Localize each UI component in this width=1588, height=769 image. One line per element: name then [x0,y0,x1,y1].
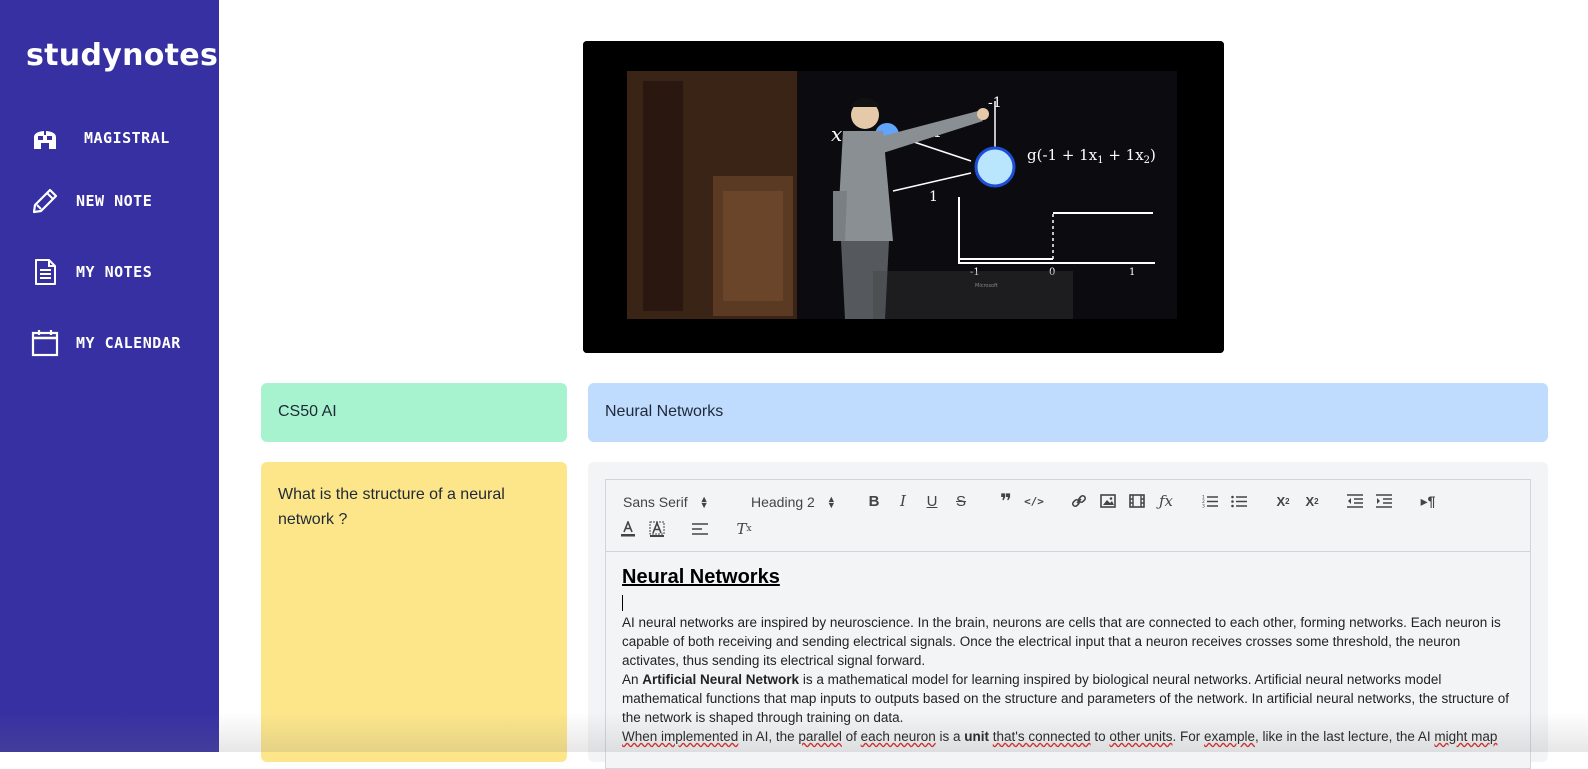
outdent-icon[interactable] [1345,490,1365,512]
rich-text-editor[interactable]: Sans Serif ▲ ▼ Heading 2 ▲ ▼ B I U S ❞ </>… [605,479,1531,769]
video-icon[interactable] [1127,490,1147,512]
nav-item-label: MAGISTRAL [84,129,170,147]
nav-item-new-note[interactable]: NEW NOTE [30,183,152,219]
align-icon[interactable] [690,518,710,540]
text-cursor [622,595,623,611]
ordered-list-icon[interactable]: 123 [1200,490,1220,512]
link-icon[interactable] [1069,490,1089,512]
calendar-icon [30,328,60,358]
video-weight-top: -1 [988,95,1002,111]
header-picker[interactable]: Heading 2 ▲ ▼ [751,494,836,510]
nav-item-label: MY NOTES [76,263,153,281]
italic-icon[interactable]: I [893,490,913,512]
note-heading: Neural Networks [622,566,780,588]
nav-item-magistral[interactable]: MAGISTRAL [30,120,170,156]
text-color-icon[interactable] [618,518,638,540]
underline-icon[interactable]: U [922,490,942,512]
header-picker-label: Heading 2 [751,494,815,510]
text-direction-icon[interactable]: ▸¶ [1418,490,1438,512]
course-name: CS50 AI [278,403,337,420]
background-color-icon[interactable] [647,518,667,540]
course-field[interactable]: CS50 AI [261,383,567,442]
paragraph-3: When implemented in AI, the parallel of … [622,729,1498,744]
paragraph-1: AI neural networks are inspired by neuro… [622,615,1501,668]
pencil-icon [30,186,60,216]
font-picker-label: Sans Serif [623,494,688,510]
blockquote-icon[interactable]: ❞ [996,490,1016,513]
nav-item-label: MY CALENDAR [76,334,181,352]
image-icon[interactable] [1098,490,1118,512]
clear-format-icon[interactable]: Tx [734,518,754,540]
bold-icon[interactable]: B [864,490,884,512]
subscript-icon[interactable]: X2 [1272,490,1294,512]
bullet-list-icon[interactable] [1229,490,1249,512]
indent-icon[interactable] [1374,490,1394,512]
topic-field[interactable]: Neural Networks [588,383,1548,442]
picker-arrows-icon: ▲ ▼ [826,494,836,510]
nav-item-label: NEW NOTE [76,192,153,210]
formula-icon[interactable]: ƒx [1156,490,1176,512]
video-formula: g(-1 + 1x1 + 1x2) [1027,146,1156,166]
helmet-icon [30,123,60,153]
svg-text:3: 3 [1202,504,1205,509]
font-picker[interactable]: Sans Serif ▲ ▼ [623,494,709,510]
code-block-icon[interactable]: </> [1024,490,1044,512]
nav-item-my-calendar[interactable]: MY CALENDAR [30,325,181,361]
superscript-icon[interactable]: X2 [1301,490,1323,512]
topic-name: Neural Networks [605,403,724,420]
lecture-video[interactable]: x1 -1 1 1 g(-1 + 1x1 + 1x2) -1 0 1 Micro… [583,41,1224,353]
editor-content[interactable]: Neural Networks AI neural networks are i… [622,566,1518,746]
question-text: What is the structure of a neural networ… [278,486,505,528]
editor-toolbar: Sans Serif ▲ ▼ Heading 2 ▲ ▼ B I U S ❞ </>… [606,480,1530,552]
strike-icon[interactable]: S [951,490,971,512]
brand-logo[interactable]: studynotes [26,38,218,73]
document-icon [30,257,60,287]
nav-item-my-notes[interactable]: MY NOTES [30,254,152,290]
bold-term: Artificial Neural Network [642,672,800,687]
video-weight-1b: 1 [929,189,938,205]
question-card[interactable]: What is the structure of a neural networ… [261,462,567,762]
video-axis-1: 1 [1129,267,1135,278]
picker-arrows-icon: ▲ ▼ [699,494,709,510]
sidebar: studynotes MAGISTRAL NEW NOTE MY NOTES M… [0,0,219,752]
paragraph-2: An Artificial Neural Network is a mathem… [622,672,1509,725]
